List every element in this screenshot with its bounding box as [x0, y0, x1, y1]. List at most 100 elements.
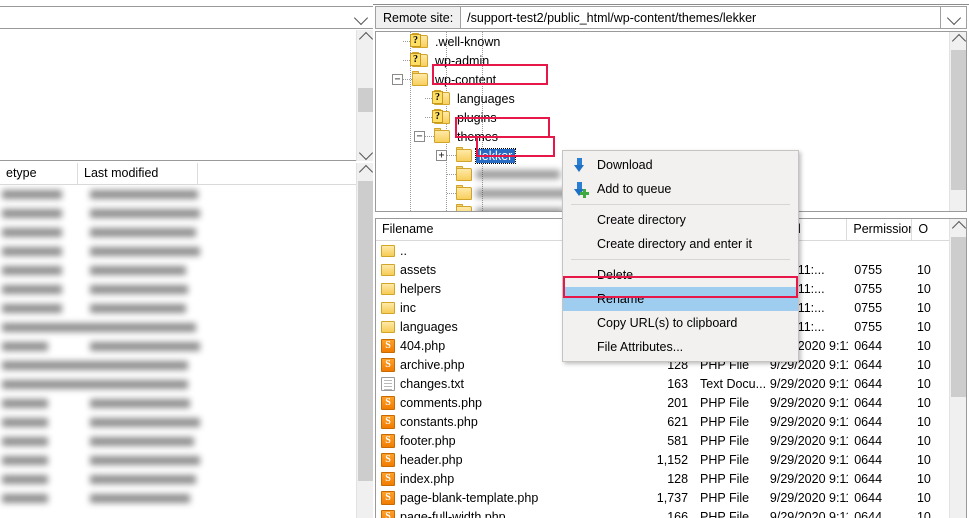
menu-item-download[interactable]: Download: [563, 153, 798, 177]
tree-item-languages[interactable]: ? languages: [376, 89, 949, 108]
list-item[interactable]: [0, 451, 356, 470]
table-row[interactable]: Sfooter.php 581 PHP File 9/29/2020 9:11:...…: [376, 431, 949, 450]
expand-icon[interactable]: +: [436, 150, 447, 161]
tree-item-themes[interactable]: − themes: [376, 127, 949, 146]
list-item[interactable]: [0, 223, 356, 242]
cell-permissions: 0755: [854, 262, 883, 277]
menu-item-file-attributes[interactable]: File Attributes...: [563, 335, 798, 359]
cell-permissions: 0644: [854, 414, 883, 429]
local-tree-scrollbar[interactable]: [356, 30, 373, 161]
table-row[interactable]: Scomments.php 201 PHP File 9/29/2020 9:11:.…: [376, 393, 949, 412]
list-item[interactable]: [0, 394, 356, 413]
collapse-icon[interactable]: −: [414, 131, 425, 142]
tree-item-well-known[interactable]: ? .well-known: [376, 32, 949, 51]
cell-filetype: PHP File: [700, 395, 750, 410]
list-item[interactable]: [0, 356, 356, 375]
folder-icon: [456, 166, 472, 181]
download-arrow-icon: [563, 157, 595, 173]
tree-item-label: languages: [457, 91, 515, 106]
local-directory-tree[interactable]: [0, 30, 373, 161]
remote-site-dropdown-icon[interactable]: [941, 6, 967, 29]
redacted-filetype: [2, 266, 62, 275]
tree-item-plugins[interactable]: ? plugins: [376, 108, 949, 127]
list-item[interactable]: [0, 242, 356, 261]
folder-icon: [381, 264, 395, 276]
menu-item-create-directory-and-enter-it[interactable]: Create directory and enter it: [563, 232, 798, 256]
list-item[interactable]: [0, 280, 356, 299]
table-row[interactable]: Spage-blank-template.php 1,737 PHP File 9/2…: [376, 488, 949, 507]
cell-filename: Sheader.php: [376, 452, 628, 467]
remote-list-scrollbar[interactable]: [949, 219, 966, 518]
list-item[interactable]: [0, 375, 356, 394]
column-header-filetype[interactable]: etype: [0, 163, 78, 185]
menu-item-rename[interactable]: Rename: [563, 287, 798, 311]
context-menu[interactable]: Download Add to queue Create directory Crea…: [562, 150, 799, 362]
local-site-dropdown-icon[interactable]: [349, 7, 373, 28]
list-item[interactable]: [0, 470, 356, 489]
scroll-up-icon[interactable]: [357, 30, 374, 47]
cell-permissions: 0755: [854, 300, 883, 315]
scroll-thumb[interactable]: [358, 88, 373, 112]
column-header-permissions[interactable]: Permissions: [847, 219, 913, 241]
tree-item-wp-content[interactable]: − wp-content: [376, 70, 949, 89]
cell-permissions: 0644: [854, 433, 883, 448]
menu-item-delete[interactable]: Delete: [563, 263, 798, 287]
tree-item-label: .well-known: [435, 34, 501, 49]
redacted-filetype: [2, 304, 62, 313]
menu-item-add-to-queue[interactable]: Add to queue: [563, 177, 798, 201]
redacted-tree-label: [476, 189, 568, 198]
scroll-up-icon[interactable]: [357, 163, 374, 180]
remote-site-input[interactable]: /support-test2/public_html/wp-content/th…: [460, 6, 941, 29]
menu-item-copy-url-s-to-clipboard[interactable]: Copy URL(s) to clipboard: [563, 311, 798, 335]
redacted-filetype: [2, 494, 48, 503]
folder-question-icon: ?: [432, 90, 450, 105]
redacted-last-modified: [90, 209, 200, 218]
list-item[interactable]: [0, 185, 356, 204]
cell-filetype: Text Docu...: [700, 376, 766, 391]
cell-filesize: 163: [667, 376, 689, 391]
folder-question-icon: ?: [410, 52, 428, 67]
table-row[interactable]: Sconstants.php 621 PHP File 9/29/2020 9:11:…: [376, 412, 949, 431]
scroll-thumb[interactable]: [951, 50, 966, 190]
tree-item-label: wp-content: [435, 72, 497, 87]
tree-connector: [447, 193, 456, 194]
list-item[interactable]: [0, 413, 356, 432]
column-header-last-modified[interactable]: Last modified: [78, 163, 198, 185]
list-item[interactable]: [0, 318, 356, 337]
list-item[interactable]: [0, 489, 356, 508]
list-item[interactable]: [0, 261, 356, 280]
list-item[interactable]: [0, 432, 356, 451]
table-row[interactable]: Spage-full-width.php 166 PHP File 9/29/2020…: [376, 507, 949, 518]
cell-last-modified: 9/29/2020 9:11:...: [769, 471, 848, 486]
scroll-down-icon[interactable]: [357, 144, 374, 161]
list-item[interactable]: [0, 337, 356, 356]
folder-question-icon: ?: [432, 109, 450, 124]
collapse-icon[interactable]: −: [392, 74, 403, 85]
cell-permissions: 0644: [854, 452, 883, 467]
list-item[interactable]: [0, 204, 356, 223]
table-row[interactable]: changes.txt 163 Text Docu...9/29/2020 9:11…: [376, 374, 949, 393]
local-list-scrollbar[interactable]: [356, 163, 373, 518]
local-site-combo[interactable]: [0, 6, 373, 29]
remote-tree-scrollbar[interactable]: [949, 32, 966, 211]
scroll-up-icon[interactable]: [950, 32, 966, 49]
folder-icon: [434, 128, 450, 143]
tree-connector: [403, 79, 412, 80]
table-row[interactable]: Sindex.php 128 PHP File 9/29/2020 9:11:... 0…: [376, 469, 949, 488]
column-header-blank[interactable]: [198, 163, 356, 185]
scroll-thumb[interactable]: [358, 181, 373, 481]
menu-item-create-directory[interactable]: Create directory: [563, 208, 798, 232]
list-item[interactable]: [0, 299, 356, 318]
cell-permissions: 0644: [854, 376, 883, 391]
column-header-owner[interactable]: O: [912, 219, 949, 241]
filename-label: page-blank-template.php: [400, 490, 539, 505]
local-file-list[interactable]: [0, 185, 356, 518]
scroll-thumb[interactable]: [951, 237, 966, 397]
menu-item-label: Copy URL(s) to clipboard: [597, 316, 738, 330]
tree-item-wp-admin[interactable]: ? wp-admin: [376, 51, 949, 70]
redacted-last-modified: [90, 228, 196, 237]
table-row[interactable]: Sheader.php 1,152 PHP File 9/29/2020 9:11:.…: [376, 450, 949, 469]
cell-owner: 10: [916, 452, 931, 467]
scroll-up-icon[interactable]: [950, 219, 966, 236]
filename-label: comments.php: [400, 395, 482, 410]
